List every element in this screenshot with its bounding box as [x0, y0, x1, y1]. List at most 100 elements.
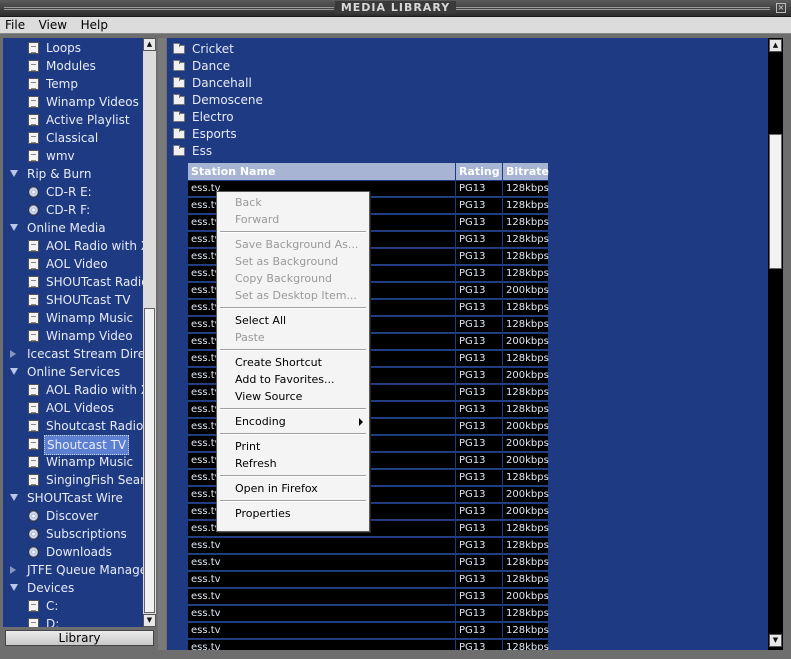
tree-scrollbar[interactable]: ▲ ▼ — [143, 38, 156, 627]
pane-splitter[interactable] — [158, 38, 166, 650]
context-menu-refresh[interactable]: Refresh — [235, 455, 277, 472]
bitrate-cell: 128kbps — [503, 606, 549, 622]
close-icon[interactable]: × — [776, 3, 786, 13]
folder-label: Esports — [192, 127, 237, 141]
rating-cell: PG13 — [456, 538, 502, 554]
tree-item-label: Devices — [27, 581, 75, 595]
context-menu-open-in-firefox[interactable]: Open in Firefox — [235, 480, 318, 497]
disc-icon — [28, 510, 39, 522]
menu-file[interactable]: File — [0, 17, 30, 32]
rating-cell: PG13 — [456, 334, 502, 350]
context-menu-add-to-favorites[interactable]: Add to Favorites... — [235, 371, 335, 388]
table-row[interactable]: ess.tv PG13 128kbps — [188, 623, 550, 640]
window-titlebar[interactable]: MEDIA LIBRARY × — [0, 0, 791, 17]
context-menu-view-source[interactable]: View Source — [235, 388, 302, 405]
menu-help[interactable]: Help — [76, 17, 113, 32]
document-icon — [28, 78, 39, 90]
bitrate-cell: 200kbps — [503, 419, 549, 435]
tree-item-label: C: — [46, 599, 59, 613]
document-icon — [28, 60, 39, 72]
bitrate-cell: 128kbps — [503, 623, 549, 639]
bitrate-cell: 128kbps — [503, 300, 549, 316]
context-menu-properties[interactable]: Properties — [235, 505, 291, 522]
column-header-rating[interactable]: Rating — [456, 163, 503, 180]
table-row[interactable]: ess.tv PG13 128kbps — [188, 538, 550, 555]
rating-cell: PG13 — [456, 402, 502, 418]
document-icon — [28, 456, 39, 468]
context-menu-set-as-desktop-item: Set as Desktop Item... — [235, 289, 357, 302]
tree-item-label: SingingFish Search — [46, 473, 143, 487]
folder-label: Cricket — [192, 42, 234, 56]
menu-separator — [220, 500, 366, 502]
table-row[interactable]: ess.tv PG13 128kbps — [188, 572, 550, 589]
bitrate-cell: 200kbps — [503, 487, 549, 503]
rating-cell: PG13 — [456, 470, 502, 486]
scroll-up-icon[interactable]: ▲ — [143, 38, 156, 51]
rating-cell: PG13 — [456, 436, 502, 452]
rating-cell: PG13 — [456, 266, 502, 282]
station-name-cell: ess.tv — [188, 640, 455, 650]
document-icon — [28, 402, 39, 414]
bitrate-cell: 128kbps — [503, 640, 549, 650]
rating-cell: PG13 — [456, 300, 502, 316]
context-menu-create-shortcut[interactable]: Create Shortcut — [235, 354, 322, 371]
tree-item-label: wmv — [46, 149, 75, 163]
main-scroll-thumb[interactable] — [769, 134, 782, 269]
scroll-down-icon[interactable]: ▼ — [769, 634, 782, 647]
document-icon — [28, 294, 39, 306]
tree-scroll-thumb[interactable] — [144, 308, 155, 613]
rating-cell: PG13 — [456, 198, 502, 214]
library-button[interactable]: Library — [5, 630, 154, 646]
station-name-cell: ess.tv — [188, 555, 455, 571]
menu-separator — [220, 408, 366, 410]
context-menu-copy-background: Copy Background — [235, 272, 333, 285]
table-row[interactable]: ess.tv PG13 128kbps — [188, 640, 550, 650]
main-scrollbar[interactable]: ▲ ▼ — [768, 38, 783, 650]
document-icon — [28, 258, 39, 270]
tree-item-label: Subscriptions — [46, 527, 127, 541]
table-row[interactable]: ess.tv PG13 200kbps — [188, 589, 550, 606]
context-menu-select-all[interactable]: Select All — [235, 312, 286, 329]
tree-item-label: Shoutcast TV — [44, 435, 130, 455]
rating-cell: PG13 — [456, 283, 502, 299]
menu-view[interactable]: View — [34, 17, 72, 32]
document-icon — [28, 618, 39, 627]
context-menu-print[interactable]: Print — [235, 438, 260, 455]
bitrate-cell: 200kbps — [503, 453, 549, 469]
disc-icon — [28, 546, 39, 558]
column-header-station-name[interactable]: Station Name — [188, 163, 456, 180]
tree-item-label: AOL Radio with XM — [46, 239, 143, 253]
tree-item-label: Shoutcast Radio — [46, 419, 143, 433]
bitrate-cell: 128kbps — [503, 181, 549, 197]
rating-cell: PG13 — [456, 181, 502, 197]
bitrate-cell: 128kbps — [503, 317, 549, 333]
rating-cell: PG13 — [456, 317, 502, 333]
scroll-down-icon[interactable]: ▼ — [143, 614, 156, 627]
menu-separator — [220, 433, 366, 435]
menu-separator — [220, 231, 366, 233]
document-icon — [28, 276, 39, 288]
station-name-cell: ess.tv — [188, 538, 455, 554]
rating-cell: PG13 — [456, 232, 502, 248]
folder-icon — [173, 111, 185, 122]
library-tree: Loops Modules Temp Winamp Videos Active Play… — [3, 38, 143, 627]
table-row[interactable]: ess.tv PG13 128kbps — [188, 555, 550, 572]
tree-item-label: Active Playlist — [46, 113, 130, 127]
rating-cell: PG13 — [456, 572, 502, 588]
context-menu: Back Forward Save Background As... Set as B… — [216, 191, 370, 532]
document-icon — [28, 150, 39, 162]
scroll-up-icon[interactable]: ▲ — [769, 39, 782, 52]
rating-cell: PG13 — [456, 249, 502, 265]
bitrate-cell: 128kbps — [503, 470, 549, 486]
context-menu-encoding[interactable]: Encoding — [235, 413, 286, 430]
column-header-bitrate[interactable]: Bitrate — [503, 163, 549, 180]
folder-icon — [173, 43, 185, 54]
tree-item-label: Loops — [46, 41, 82, 55]
bitrate-cell: 200kbps — [503, 368, 549, 384]
tree-item-label: AOL Video — [46, 257, 108, 271]
table-row[interactable]: ess.tv PG13 128kbps — [188, 606, 550, 623]
document-icon — [28, 330, 39, 342]
bitrate-cell: 200kbps — [503, 334, 549, 350]
disc-icon — [28, 204, 39, 216]
bitrate-cell: 128kbps — [503, 249, 549, 265]
